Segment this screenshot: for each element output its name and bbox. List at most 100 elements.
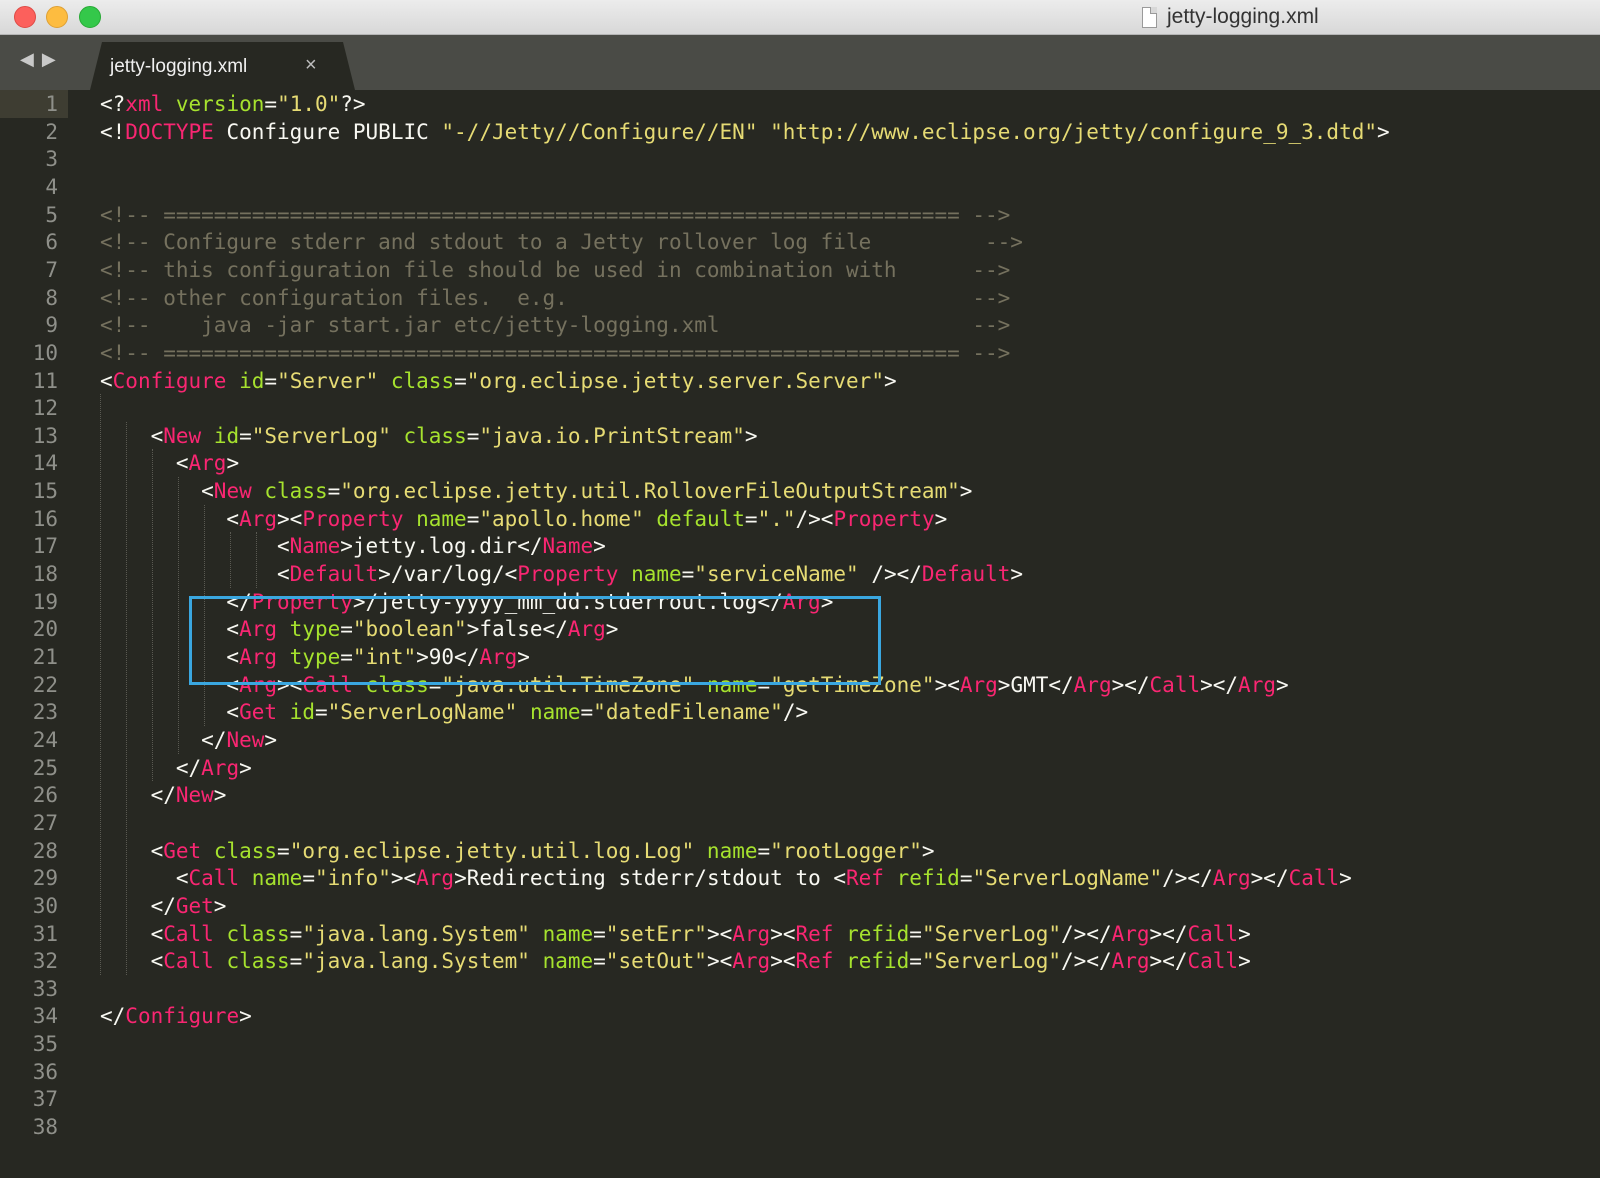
code-line[interactable]: <!-- ===================================…: [100, 339, 1010, 367]
code-token: ></: [1250, 866, 1289, 891]
code-token: name: [416, 506, 467, 531]
code-token: Property: [833, 506, 935, 531]
code-token: =: [744, 506, 758, 531]
code-token: =: [580, 700, 594, 725]
code-line[interactable]: <Default>/var/log/<Property name="servic…: [100, 560, 1023, 588]
code-token: "http://www.eclipse.org/jetty/configure_…: [770, 119, 1377, 144]
code-token: "ServerLog": [921, 921, 1062, 946]
tab-bar: ◀ ▶ jetty-logging.xml ×: [0, 35, 1600, 90]
zoom-window-button[interactable]: [79, 6, 101, 28]
code-token: >jetty.log.dir</: [340, 534, 543, 559]
code-token: >: [593, 534, 606, 559]
code-line[interactable]: <Call class="java.lang.System" name="set…: [100, 920, 1251, 948]
code-token: >: [213, 783, 227, 808]
code-line[interactable]: <Get class="org.eclipse.jetty.util.log.L…: [100, 837, 935, 865]
forward-arrow-icon[interactable]: ▶: [42, 49, 56, 70]
close-window-button[interactable]: [14, 6, 36, 28]
indent-guide: [178, 477, 179, 754]
back-arrow-icon[interactable]: ◀: [20, 49, 34, 70]
code-token: ></: [1149, 921, 1188, 946]
code-token: >Redirecting stderr/stdout to <: [454, 866, 847, 891]
code-token: =: [593, 949, 606, 974]
code-line[interactable]: <Call class="java.lang.System" name="set…: [100, 947, 1251, 975]
code-token: Arg: [416, 866, 455, 891]
code-token: refid: [896, 866, 960, 891]
code-token: New: [226, 727, 265, 752]
code-line[interactable]: <!DOCTYPE Configure PUBLIC "-//Jetty//Co…: [100, 118, 1390, 146]
code-token: >: [1238, 949, 1251, 974]
code-line[interactable]: </Get>: [100, 892, 227, 920]
code-token: =: [314, 700, 328, 725]
code-line[interactable]: <Arg><Property name="apollo.home" defaul…: [100, 505, 947, 533]
code-token: <: [100, 479, 214, 504]
code-token: >: [744, 423, 758, 448]
code-token: Get: [239, 700, 278, 725]
code-token: Arg: [1111, 949, 1150, 974]
window-title-text: jetty-logging.xml: [1167, 5, 1319, 28]
code-token: <: [100, 562, 290, 587]
code-token: id: [239, 368, 265, 393]
code-line[interactable]: <Arg>: [100, 449, 239, 477]
window-title: jetty-logging.xml: [1142, 5, 1319, 29]
code-token: name: [542, 949, 594, 974]
code-token: "info": [314, 866, 391, 891]
code-line[interactable]: <!-- java -jar start.jar etc/jetty-loggi…: [100, 311, 1010, 339]
code-token: Get: [175, 893, 214, 918]
code-token: "apollo.home": [479, 506, 644, 531]
code-line[interactable]: <!-- this configuration file should be u…: [100, 256, 1010, 284]
code-token: =: [264, 368, 278, 393]
code-token: /></: [858, 562, 922, 587]
code-token: >: [1377, 119, 1390, 144]
code-line[interactable]: <!-- Configure stderr and stdout to a Je…: [100, 228, 1023, 256]
code-line[interactable]: <New id="ServerLog" class="java.io.Print…: [100, 422, 758, 450]
code-line[interactable]: </Configure>: [100, 1002, 252, 1030]
code-token: =: [466, 423, 480, 448]
code-token: class: [226, 921, 290, 946]
code-line[interactable]: <Name>jetty.log.dir</Name>: [100, 532, 606, 560]
code-token: >: [883, 368, 897, 393]
code-line[interactable]: <Call name="info"><Arg>Redirecting stder…: [100, 864, 1352, 892]
code-editor[interactable]: 1 2 3 4 5 6 7 8 9 10 11 12 13 14 15 16 17 18 19 20 21 22 23 24 2…: [0, 90, 1600, 1178]
indent-guide: [100, 394, 101, 975]
code-token: </: [100, 783, 176, 808]
code-token: "1.0": [277, 92, 341, 116]
code-token: version: [175, 92, 265, 116]
code-token: >: [239, 1004, 252, 1029]
code-token: Arg: [1073, 672, 1112, 697]
code-token: ></: [1111, 672, 1150, 697]
code-token: <: [100, 866, 189, 891]
code-token: Get: [163, 838, 202, 863]
code-line[interactable]: <Configure id="Server" class="org.eclips…: [100, 367, 897, 395]
code-line[interactable]: <New class="org.eclipse.jetty.util.Rollo…: [100, 477, 972, 505]
code-line[interactable]: <!-- ===================================…: [100, 201, 1010, 229]
code-token: Arg: [1238, 672, 1276, 697]
code-token: ><: [390, 866, 417, 891]
tab-jetty-logging-xml[interactable]: jetty-logging.xml ×: [90, 42, 355, 90]
code-token: "ServerLog": [921, 949, 1062, 974]
minimize-window-button[interactable]: [46, 6, 68, 28]
code-token: >/var/log/<: [378, 562, 518, 587]
code-token: >: [213, 893, 227, 918]
code-token: =: [277, 838, 290, 863]
code-line[interactable]: <Get id="ServerLogName" name="datedFilen…: [100, 698, 808, 726]
code-token: <!-- ===================================…: [100, 340, 1011, 365]
code-token: =: [909, 949, 922, 974]
code-token: id: [289, 700, 315, 725]
code-token: <?: [100, 92, 126, 116]
close-icon[interactable]: ×: [305, 54, 317, 77]
code-line[interactable]: <?xml version="1.0"?>: [100, 90, 366, 118]
code-token: Ref: [795, 949, 834, 974]
code-token: >: [1339, 866, 1352, 891]
code-line[interactable]: <!-- other configuration files. e.g. -->: [100, 284, 1010, 312]
code-token: =: [289, 949, 303, 974]
code-line[interactable]: </Arg>: [100, 754, 252, 782]
code-token: "ServerLog": [251, 423, 391, 448]
code-line[interactable]: </New>: [100, 781, 227, 809]
